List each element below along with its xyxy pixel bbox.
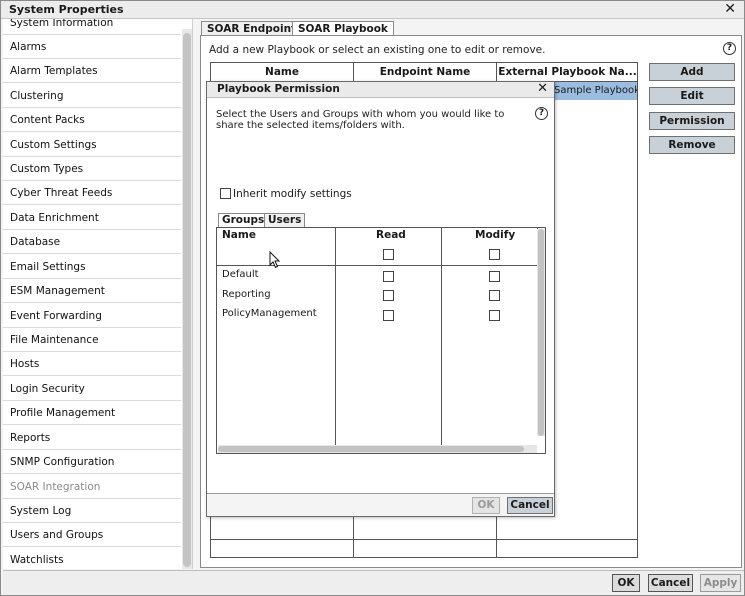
window-footer: OK Cancel Apply [3,570,744,595]
column-header-external-playbook-name[interactable]: External Playbook Na... [497,63,638,82]
sidebar-item-system-information[interactable]: System Information [3,19,181,35]
sidebar-item-custom-types[interactable]: Custom Types [3,157,181,181]
sidebar-item-database[interactable]: Database [3,230,181,254]
help-icon[interactable]: ? [723,42,736,55]
column-divider [441,228,442,445]
sidebar-item-alarm-templates[interactable]: Alarm Templates [3,59,181,83]
read-checkbox-reporting[interactable] [383,290,394,301]
sidebar-item-login-security[interactable]: Login Security [3,377,181,401]
dialog-cancel-button[interactable]: Cancel [507,497,553,514]
permissions-horizontal-scrollbar[interactable] [218,445,537,453]
add-button[interactable]: Add [649,63,735,81]
modify-checkbox-policymanagement[interactable] [489,310,500,321]
tab-users[interactable]: Users [264,213,306,227]
remove-button[interactable]: Remove [649,136,735,154]
playbook-permission-dialog: Playbook Permission ✕ Select the Users a… [206,81,555,517]
read-all-checkbox[interactable] [383,249,394,260]
column-header-modify[interactable]: Modify [475,229,515,241]
row-divider [211,539,637,540]
dialog-titlebar: Playbook Permission ✕ [207,81,554,98]
modify-checkbox-default[interactable] [489,271,500,282]
column-divider [335,228,336,445]
sidebar-item-users-and-groups[interactable]: Users and Groups [3,523,181,547]
cancel-button[interactable]: Cancel [648,574,693,592]
scrollbar-thumb[interactable] [538,229,544,436]
sidebar-item-watchlists[interactable]: Watchlists [3,548,181,569]
sidebar-item-alarms[interactable]: Alarms [3,35,181,59]
dialog-ok-button[interactable]: OK [472,497,500,514]
sidebar-item-clustering[interactable]: Clustering [3,84,181,108]
window-title: System Properties [9,3,124,16]
read-checkbox-policymanagement[interactable] [383,310,394,321]
sidebar-item-reports[interactable]: Reports [3,426,181,450]
permissions-grid: Name Read Modify Default Reporting Polic… [216,227,546,454]
column-header-name[interactable]: Name [211,63,354,82]
sidebar-item-hosts[interactable]: Hosts [3,352,181,376]
inherit-modify-checkbox[interactable] [220,187,231,199]
modify-checkbox-reporting[interactable] [489,290,500,301]
sidebar-item-data-enrichment[interactable]: Data Enrichment [3,206,181,230]
sidebar-scrollbar[interactable] [182,29,192,569]
sidebar: System Information Alarms Alarm Template… [3,19,193,569]
edit-button[interactable]: Edit [649,87,735,105]
system-properties-window: System Properties ✕ System Information A… [0,0,745,596]
read-checkbox-default[interactable] [383,271,394,282]
group-row-reporting[interactable]: Reporting [222,289,271,300]
sidebar-item-profile-management[interactable]: Profile Management [3,401,181,425]
tab-groups[interactable]: Groups [218,213,269,228]
inherit-modify-settings[interactable]: Inherit modify settings [220,187,352,200]
sidebar-item-soar-integration[interactable]: SOAR Integration [3,475,181,499]
sidebar-item-file-maintenance[interactable]: File Maintenance [3,328,181,352]
ok-button[interactable]: OK [612,574,640,592]
apply-button[interactable]: Apply [700,574,741,592]
playbook-instruction: Add a new Playbook or select an existing… [209,44,546,56]
sidebar-item-snmp-configuration[interactable]: SNMP Configuration [3,450,181,474]
sidebar-item-email-settings[interactable]: Email Settings [3,255,181,279]
group-row-policymanagement[interactable]: PolicyManagement [222,308,317,319]
dialog-help-icon[interactable]: ? [535,107,548,120]
sidebar-item-system-log[interactable]: System Log [3,499,181,523]
sidebar-item-event-forwarding[interactable]: Event Forwarding [3,304,181,328]
header-divider [217,265,537,266]
inherit-modify-label: Inherit modify settings [233,188,352,200]
permission-button[interactable]: Permission [649,112,735,130]
sidebar-item-esm-management[interactable]: ESM Management [3,279,181,303]
mouse-cursor-icon [269,251,281,269]
column-header-read[interactable]: Read [376,229,406,241]
sidebar-scrollbar-thumb[interactable] [183,33,191,567]
dialog-footer: OK Cancel [207,493,554,516]
modify-all-checkbox[interactable] [489,249,500,260]
sidebar-item-cyber-threat-feeds[interactable]: Cyber Threat Feeds [3,181,181,205]
sidebar-item-content-packs[interactable]: Content Packs [3,108,181,132]
window-close-icon[interactable]: ✕ [724,1,736,17]
dialog-description: Select the Users and Groups with whom yo… [216,109,505,131]
group-row-default[interactable]: Default [222,269,259,280]
permissions-vertical-scrollbar[interactable] [537,229,545,436]
sidebar-item-custom-settings[interactable]: Custom Settings [3,133,181,157]
window-titlebar: System Properties ✕ [1,1,744,19]
dialog-close-icon[interactable]: ✕ [537,81,548,96]
column-header-name[interactable]: Name [222,229,256,241]
scrollbar-thumb[interactable] [218,446,524,452]
column-header-endpoint-name[interactable]: Endpoint Name [354,63,497,82]
dialog-title: Playbook Permission [217,83,340,95]
